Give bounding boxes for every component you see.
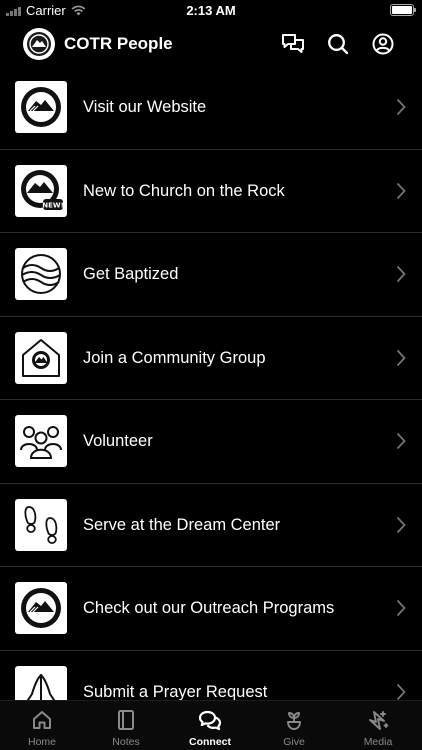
search-icon[interactable]: [325, 31, 351, 57]
tab-give[interactable]: Give: [252, 701, 336, 750]
list-item-volunteer[interactable]: Volunteer: [0, 400, 422, 484]
chevron-right-icon: [396, 349, 406, 366]
list-item-label: Visit our Website: [83, 98, 207, 116]
tab-label: Media: [363, 736, 393, 748]
list-item-get-baptized[interactable]: Get Baptized: [0, 233, 422, 317]
list-item-label: New to Church on the Rock: [83, 181, 285, 200]
chevron-right-icon: [396, 432, 406, 450]
mountain-new-icon: NEW!: [15, 164, 67, 217]
chevron-right-icon: [396, 182, 406, 199]
chevron-right-icon: [396, 683, 406, 700]
profile-icon[interactable]: [370, 31, 396, 57]
chevron-right-icon: [396, 599, 406, 617]
home-icon: [30, 708, 54, 732]
app-header: COTR People: [0, 22, 422, 66]
media-icon: [366, 708, 390, 732]
tab-bar: Home Notes Connect Give Media: [0, 700, 422, 750]
tab-connect[interactable]: Connect: [168, 701, 252, 750]
connect-icon: [198, 708, 222, 732]
mountain-logo-icon: [15, 81, 67, 133]
list-item-community-group[interactable]: Join a Community Group: [0, 317, 422, 400]
tab-label: Home: [27, 736, 56, 748]
mountain-logo-icon: [15, 582, 67, 634]
app-logo-icon: [23, 28, 55, 60]
battery-icon: [390, 4, 416, 16]
list-item-outreach-programs[interactable]: Check out our Outreach Programs: [0, 567, 422, 651]
list-item-visit-website[interactable]: Visit our Website: [0, 66, 422, 150]
water-waves-icon: [15, 248, 67, 300]
status-time: 2:13 AM: [186, 3, 236, 18]
connect-list: Visit our Website NEW! New to Church on …: [0, 66, 422, 700]
list-item-prayer-request[interactable]: Submit a Prayer Request: [0, 651, 422, 701]
chevron-right-icon: [396, 265, 406, 283]
list-item-label: Join a Community Group: [83, 348, 266, 367]
list-item-label: Submit a Prayer Request: [83, 682, 268, 701]
chevron-right-icon: [396, 98, 406, 116]
list-item-new-to-church[interactable]: NEW! New to Church on the Rock: [0, 150, 422, 233]
list-item-label: Serve at the Dream Center: [83, 515, 281, 534]
tab-label: Give: [283, 736, 305, 748]
tab-label: Connect: [189, 736, 231, 748]
app-title: COTR People: [64, 34, 173, 53]
praying-hands-icon: [15, 665, 67, 700]
tab-home[interactable]: Home: [0, 701, 84, 750]
list-item-label: Volunteer: [83, 432, 153, 450]
tab-notes[interactable]: Notes: [84, 701, 168, 750]
status-bar: Carrier 2:13 AM: [0, 0, 422, 22]
tab-media[interactable]: Media: [336, 701, 420, 750]
new-badge: NEW!: [42, 201, 64, 209]
house-icon: [15, 331, 67, 384]
people-group-icon: [15, 415, 67, 467]
footprints-icon: [15, 498, 67, 551]
list-item-label: Get Baptized: [83, 265, 179, 283]
notes-icon: [114, 708, 138, 732]
tab-label: Notes: [112, 736, 140, 748]
list-item-dream-center[interactable]: Serve at the Dream Center: [0, 484, 422, 567]
chevron-right-icon: [396, 516, 406, 533]
give-icon: [282, 708, 306, 732]
list-item-label: Check out our Outreach Programs: [83, 599, 335, 617]
chat-icon[interactable]: [280, 31, 306, 57]
